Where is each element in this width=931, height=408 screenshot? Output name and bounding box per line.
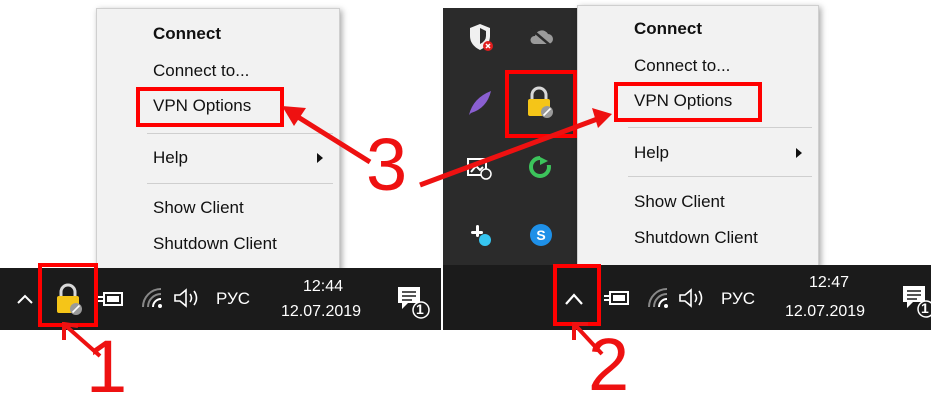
menu-item-shutdown-client[interactable]: Shutdown Client bbox=[578, 223, 818, 253]
highlight-vpn-options-left bbox=[136, 87, 284, 127]
clock-time[interactable]: 12:44 bbox=[303, 278, 343, 296]
notifications-icon[interactable] bbox=[396, 284, 432, 320]
skype-icon[interactable]: S bbox=[528, 222, 554, 248]
chevron-up-icon[interactable] bbox=[16, 292, 34, 306]
wifi-icon[interactable] bbox=[140, 286, 164, 310]
menu-item-label: Show Client bbox=[634, 192, 725, 211]
menu-item-label: Connect to... bbox=[634, 56, 731, 75]
menu-item-label: Help bbox=[634, 143, 669, 162]
menu-item-connect-to[interactable]: Connect to... bbox=[578, 51, 818, 81]
menu-separator bbox=[628, 127, 812, 128]
language-indicator[interactable]: РУС bbox=[216, 289, 250, 309]
menu-item-shutdown-client[interactable]: Shutdown Client bbox=[97, 229, 339, 259]
submenu-arrow-icon bbox=[796, 148, 802, 158]
svg-text:S: S bbox=[536, 227, 545, 243]
notification-badge: 1 bbox=[416, 301, 424, 317]
highlight-chevron-right bbox=[553, 264, 601, 326]
highlight-vpn-icon-left bbox=[38, 263, 98, 327]
volume-icon[interactable] bbox=[172, 287, 202, 309]
cloud-offline-icon[interactable] bbox=[527, 26, 555, 48]
menu-item-label: Connect bbox=[634, 19, 702, 38]
menu-item-label: Show Client bbox=[153, 198, 244, 217]
menu-item-label: Shutdown Client bbox=[634, 228, 758, 247]
arrow-3-icon bbox=[282, 106, 612, 188]
battery-icon[interactable] bbox=[97, 288, 125, 310]
wifi-icon[interactable] bbox=[646, 286, 670, 310]
menu-item-label: Connect to... bbox=[153, 61, 250, 80]
taskbar-right: РУС 12:47 12.07.2019 1 bbox=[443, 265, 931, 330]
menu-item-label: Shutdown Client bbox=[153, 234, 277, 253]
notification-badge: 1 bbox=[921, 300, 929, 316]
step-number-1: 1 bbox=[86, 325, 128, 408]
shield-icon[interactable] bbox=[466, 22, 494, 52]
step-number-3: 3 bbox=[366, 123, 408, 206]
volume-icon[interactable] bbox=[677, 287, 707, 309]
menu-item-label: Help bbox=[153, 148, 188, 167]
menu-item-connect-to[interactable]: Connect to... bbox=[97, 56, 339, 86]
step-number-2: 2 bbox=[588, 323, 630, 406]
menu-item-connect[interactable]: Connect bbox=[578, 14, 818, 44]
battery-icon[interactable] bbox=[603, 287, 631, 309]
menu-item-connect[interactable]: Connect bbox=[97, 19, 339, 49]
menu-separator bbox=[628, 176, 812, 177]
slack-icon[interactable] bbox=[467, 222, 493, 248]
clock-date[interactable]: 12.07.2019 bbox=[785, 303, 865, 321]
highlight-vpn-options-right bbox=[614, 82, 762, 122]
menu-item-label: Connect bbox=[153, 24, 221, 43]
clock-date[interactable]: 12.07.2019 bbox=[281, 303, 361, 321]
language-indicator[interactable]: РУС bbox=[721, 289, 755, 309]
clock-time[interactable]: 12:47 bbox=[809, 274, 849, 292]
